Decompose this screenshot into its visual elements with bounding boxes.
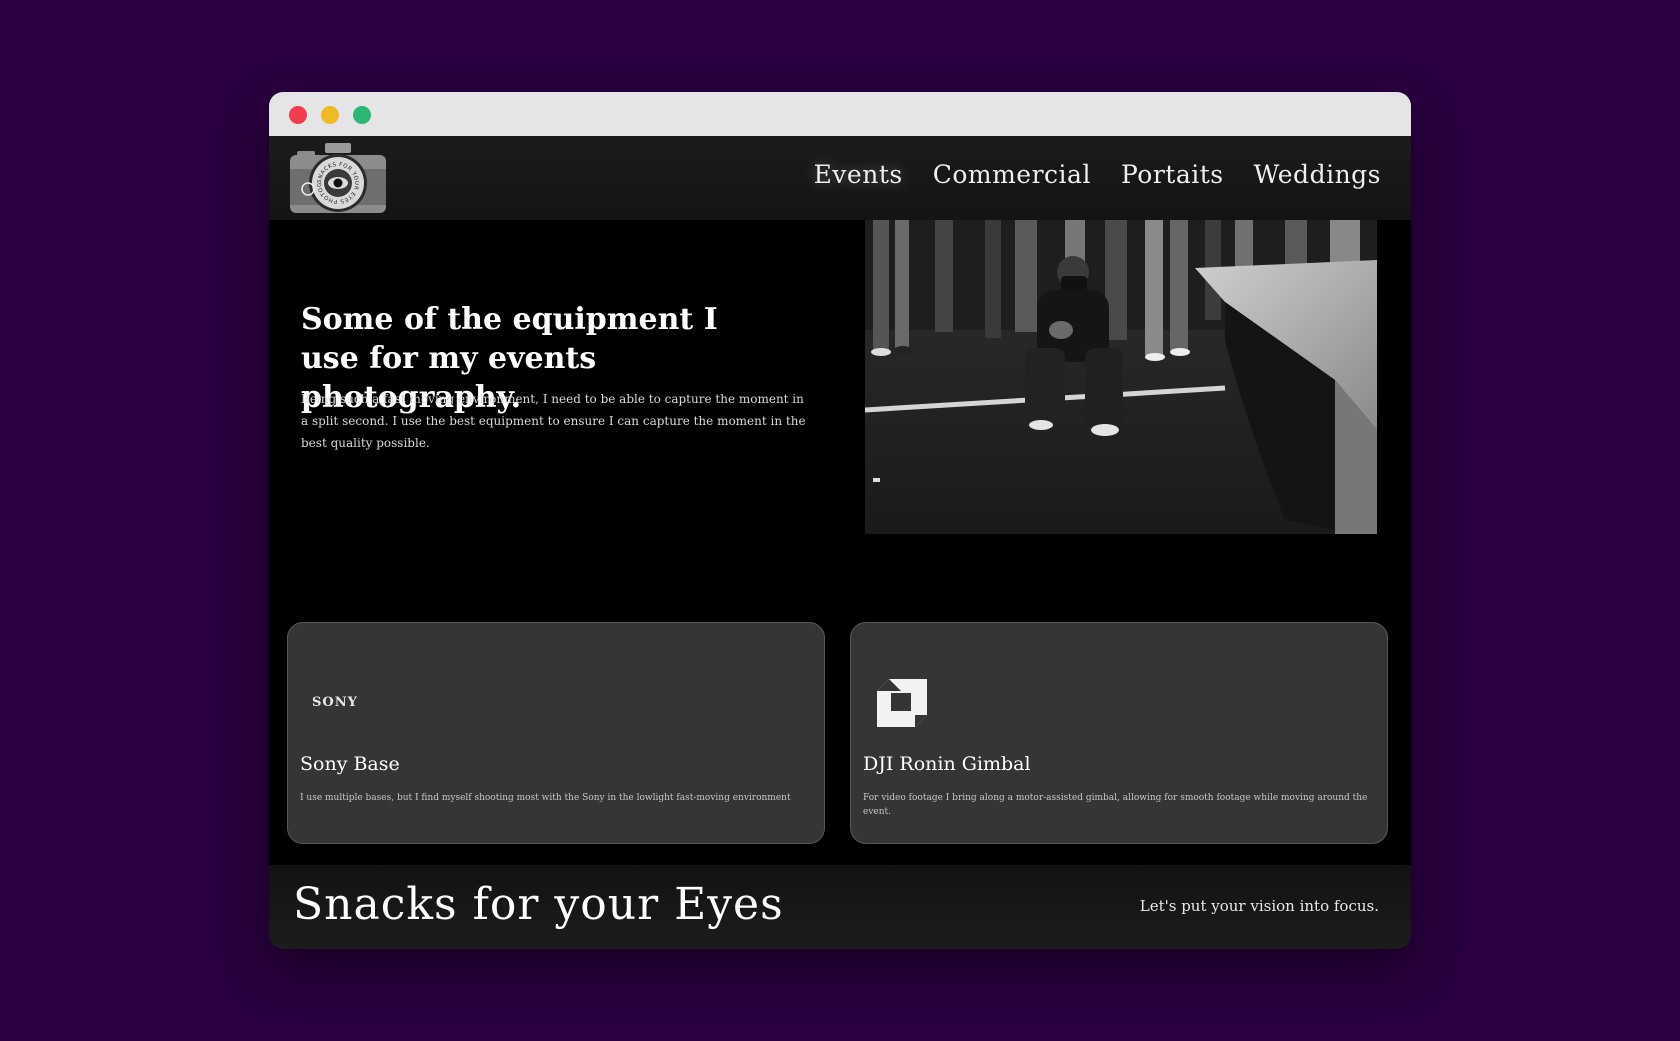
equipment-card-sony: SONY Sony Base I use multiple bases, but…: [287, 622, 825, 844]
maximize-window-button[interactable]: [353, 106, 371, 124]
logo-camera-icon[interactable]: SNACKS FOR YOUR EYES PHOTOGRAPHY: [286, 135, 387, 217]
card-title: Sony Base: [300, 753, 400, 775]
nav-commercial[interactable]: Commercial: [933, 160, 1091, 189]
footer-brand: Snacks for your Eyes: [293, 879, 784, 930]
card-text: For video footage I bring along a motor-…: [863, 793, 1368, 817]
sony-logo: SONY: [312, 695, 358, 710]
nav-events[interactable]: Events: [814, 160, 903, 189]
nav-weddings[interactable]: Weddings: [1254, 160, 1381, 189]
hero-photographer-image: [865, 220, 1377, 534]
window-titlebar: [269, 92, 1411, 136]
minimize-window-button[interactable]: [321, 106, 339, 124]
camera-icon: SNACKS FOR YOUR EYES PHOTOGRAPHY: [286, 135, 386, 213]
site-footer: Snacks for your Eyes Let's put your visi…: [269, 865, 1411, 949]
hero-description: Being such a fast moving environment, I …: [301, 392, 806, 450]
equipment-card-dji: DJI Ronin Gimbal For video footage I bri…: [850, 622, 1388, 844]
card-text: I use multiple bases, but I find myself …: [300, 793, 791, 803]
nav-portraits[interactable]: Portaits: [1121, 160, 1224, 189]
dji-logo-icon: [875, 675, 929, 729]
close-window-button[interactable]: [289, 106, 307, 124]
browser-window: SNACKS FOR YOUR EYES PHOTOGRAPHY Events …: [269, 92, 1411, 949]
website: SNACKS FOR YOUR EYES PHOTOGRAPHY Events …: [269, 135, 1411, 949]
dji-icon: [877, 679, 927, 727]
footer-tagline: Let's put your vision into focus.: [1139, 897, 1379, 915]
site-header: SNACKS FOR YOUR EYES PHOTOGRAPHY Events …: [269, 135, 1411, 220]
photographer-photo: [865, 220, 1377, 534]
main-nav: Events Commercial Portaits Weddings: [814, 160, 1381, 189]
card-title: DJI Ronin Gimbal: [863, 753, 1031, 775]
